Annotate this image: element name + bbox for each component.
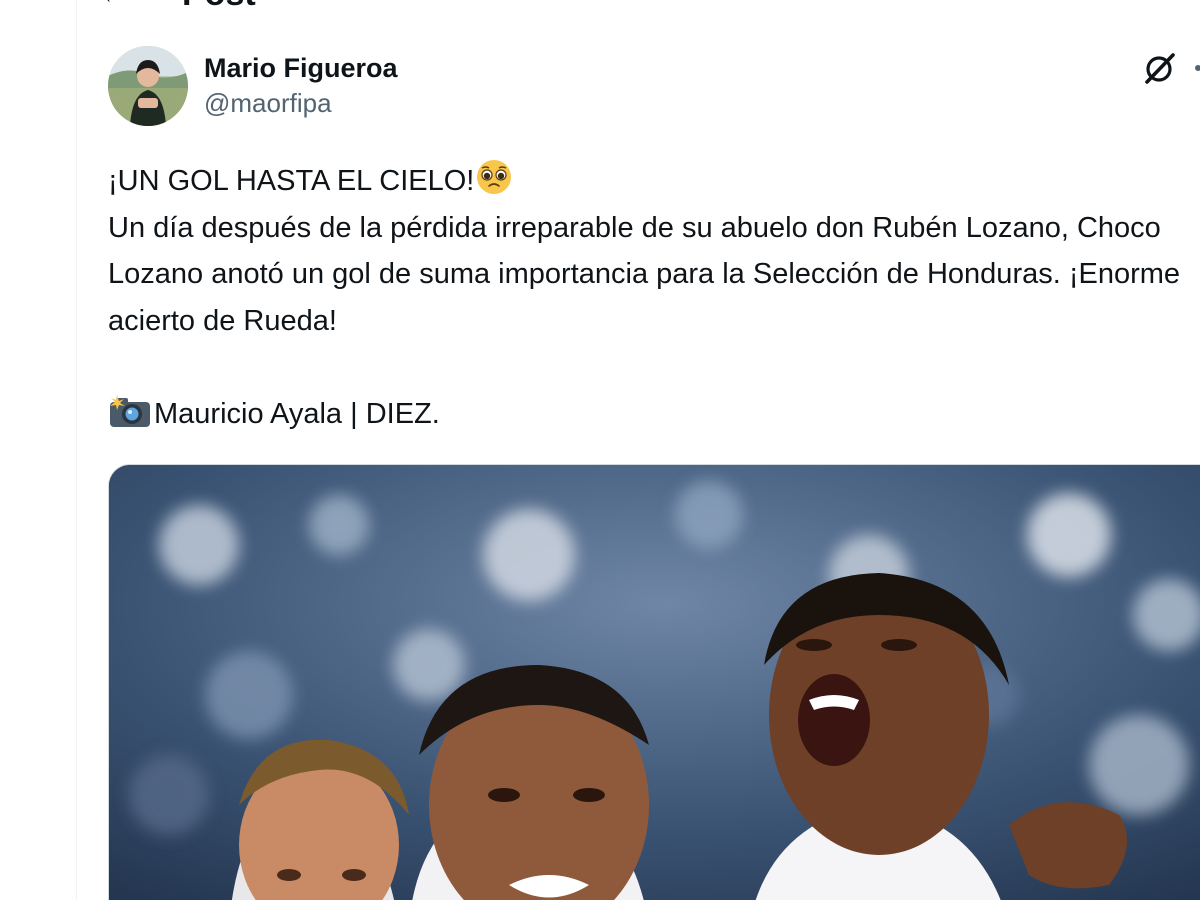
avatar-image: [108, 46, 188, 126]
tweet-paragraph: Un día después de la pérdida irreparable…: [108, 211, 1181, 337]
arrow-left-icon[interactable]: ←: [100, 0, 126, 7]
author-row: Mario Figueroa @maorfipa: [108, 46, 398, 126]
display-name[interactable]: Mario Figueroa: [204, 51, 398, 85]
avatar[interactable]: [108, 46, 188, 126]
tweet-text: ¡UN GOL HASTA EL CIELO! Un día después d…: [108, 156, 1188, 437]
author-names: Mario Figueroa @maorfipa: [204, 51, 398, 121]
post-header: ← Post: [100, 0, 256, 12]
tweet-photo[interactable]: [108, 464, 1200, 900]
more-options-icon[interactable]: [1192, 58, 1200, 78]
sidebar-divider: [76, 0, 77, 900]
tweet-headline: ¡UN GOL HASTA EL CIELO!: [108, 165, 475, 197]
photo-football-celebration: [109, 465, 1200, 900]
tweet-headline-line: ¡UN GOL HASTA EL CIELO!: [108, 156, 1188, 205]
pleading-face-emoji: [474, 156, 514, 196]
photo-credit: Mauricio Ayala | DIEZ.: [154, 397, 440, 430]
grok-icon[interactable]: [1142, 50, 1178, 86]
post-page: ← Post Mario Figueroa @maorfipa: [0, 0, 1200, 900]
camera-flash-emoji: [108, 393, 152, 429]
photo-credit-line: Mauricio Ayala | DIEZ.: [108, 391, 1188, 438]
user-handle[interactable]: @maorfipa: [204, 85, 398, 121]
page-title: Post: [182, 0, 256, 11]
